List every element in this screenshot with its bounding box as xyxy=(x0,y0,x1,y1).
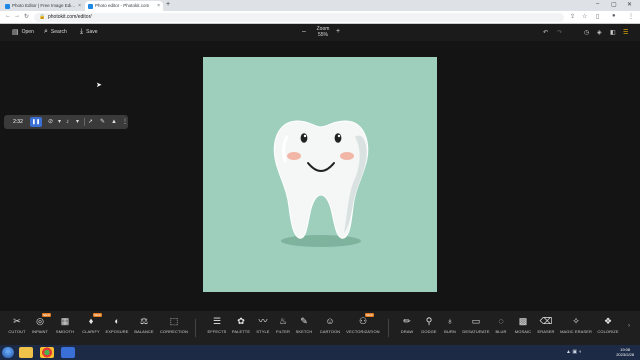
tab-title: Photo Editor | Free Image Edi... xyxy=(12,3,75,8)
tool-label: BALANCE xyxy=(134,329,154,334)
highlighter-icon[interactable]: ▲ xyxy=(111,117,117,127)
tool-colorize[interactable]: ❖ COLORIZE xyxy=(591,315,625,341)
reload-icon[interactable]: ↻ xyxy=(24,13,29,20)
url-field[interactable]: 🔒 photokit.com/editor/ xyxy=(34,13,564,22)
browser-tab-strip: Photo Editor | Free Image Edi... × Photo… xyxy=(0,0,640,11)
cartoon-icon: ☺ xyxy=(325,316,335,326)
tray-icons[interactable]: ▲ ▣ ◖ xyxy=(566,349,581,355)
clock-date: 2023/2/28 xyxy=(616,352,634,357)
zoom-out-button[interactable]: – xyxy=(302,28,306,35)
floating-recorder-toolbar: 2:32 ❚❚ ⊘ ▾ ♪ ▾ ➚ ✎ ▲ ⋮ xyxy=(4,115,128,129)
tool-label: ERASER xyxy=(537,329,555,334)
tool-label: CORRECTION xyxy=(160,329,188,334)
app-top-toolbar: ▤ Open ⌕ Search ⤓ Save – Zoom 55% + ↶ ↷ … xyxy=(0,24,640,41)
search-label: Search xyxy=(50,29,67,35)
recording-timer: 2:32 xyxy=(13,119,23,125)
zoom-value: 55% xyxy=(317,32,328,38)
tool-label: CARTOON xyxy=(319,329,341,334)
adjust-icon[interactable]: ◧ xyxy=(610,29,616,36)
open-label: Open xyxy=(21,29,34,35)
chrome-icon[interactable] xyxy=(40,347,54,358)
undo-icon[interactable]: ↶ xyxy=(543,29,548,36)
image-canvas[interactable] xyxy=(203,57,437,292)
tool-correction[interactable]: ⬚ CORRECTION xyxy=(157,315,191,341)
forward-icon[interactable]: → xyxy=(14,13,20,19)
tool-cartoon[interactable]: ☺ CARTOON xyxy=(313,315,347,341)
tool-vectorization[interactable]: NEW ⚇ VECTORIZATION xyxy=(346,313,380,341)
divider xyxy=(84,118,85,126)
redo-icon[interactable]: ↷ xyxy=(557,29,562,36)
mic-icon[interactable]: ♪ xyxy=(66,117,69,127)
dropdown-icon[interactable]: ▾ xyxy=(58,117,61,127)
tool-label: VECTORIZATION xyxy=(346,329,380,334)
os-taskbar: ▲ ▣ ◖ 19:08 2023/2/28 xyxy=(0,345,640,360)
new-tab-button[interactable]: + xyxy=(166,1,170,8)
save-button[interactable]: ⤓ Save xyxy=(80,28,98,36)
close-tab-icon[interactable]: × xyxy=(157,1,160,11)
back-icon[interactable]: ← xyxy=(5,13,11,19)
tool-magic-eraser[interactable]: ✧ MAGIC ERASER xyxy=(559,315,593,341)
more-icon[interactable]: ⋮ xyxy=(122,117,128,127)
favicon-icon xyxy=(5,4,10,9)
divider xyxy=(195,319,196,337)
zoom-control: – Zoom 55% + xyxy=(300,26,346,40)
menu-kebab-icon[interactable]: ⋮ xyxy=(628,13,634,20)
zoom-in-button[interactable]: + xyxy=(336,28,340,35)
dropdown-icon[interactable]: ▾ xyxy=(76,117,79,127)
tooth-illustration xyxy=(273,120,369,247)
lock-icon: 🔒 xyxy=(39,14,46,20)
tool-eraser[interactable]: ⌫ ERASER xyxy=(529,315,563,341)
divider xyxy=(388,319,389,337)
new-badge: NEW xyxy=(365,313,374,317)
bottom-tools-bar: ✂ CUTOUT NEW ◎ INPAINT ▦ SMOOTH NEW ♦ CL… xyxy=(0,311,640,345)
layers-icon[interactable]: ◈ xyxy=(597,29,602,36)
folder-icon: ▤ xyxy=(12,29,19,36)
save-label: Save xyxy=(86,29,98,35)
eraser-icon: ⌫ xyxy=(539,316,553,326)
download-icon: ⤓ xyxy=(80,28,84,35)
search-icon: ⌕ xyxy=(44,28,48,35)
file-explorer-icon[interactable] xyxy=(19,347,33,358)
balance-icon: ⚖ xyxy=(139,316,149,326)
browser-tab-photokit[interactable]: Photo editor - Photokit.com × xyxy=(85,1,163,11)
history-icon[interactable]: ◷ xyxy=(584,29,589,36)
open-button[interactable]: ▤ Open xyxy=(12,28,34,36)
windows-start-icon[interactable] xyxy=(2,347,14,358)
profile-icon[interactable]: ● xyxy=(612,13,616,19)
search-button[interactable]: ⌕ Search xyxy=(44,28,67,36)
camera-off-icon[interactable]: ⊘ xyxy=(48,117,53,127)
pen-icon[interactable]: ✎ xyxy=(100,117,105,127)
clock: 19:08 2023/2/28 xyxy=(616,347,634,357)
pause-button[interactable]: ❚❚ xyxy=(30,117,42,127)
favicon-icon xyxy=(88,4,93,9)
maximize-icon[interactable]: ▢ xyxy=(611,1,617,8)
tool-balance[interactable]: ⚖ BALANCE xyxy=(127,315,161,341)
tool-label: MAGIC ERASER xyxy=(560,329,592,334)
url-text: photokit.com/editor/ xyxy=(48,14,92,20)
app-icon[interactable] xyxy=(61,347,75,358)
sidebar-icon[interactable]: ▯ xyxy=(596,13,599,20)
correction-icon: ⬚ xyxy=(169,316,179,326)
close-tab-icon[interactable]: × xyxy=(78,1,81,11)
bookmark-icon[interactable]: ☆ xyxy=(582,13,587,20)
tool-label: COLORIZE xyxy=(597,329,619,334)
magic-eraser-icon: ✧ xyxy=(572,316,580,326)
scroll-right-icon[interactable]: › xyxy=(628,323,630,329)
mouse-cursor-icon: ➤ xyxy=(96,82,102,89)
close-window-icon[interactable]: ✕ xyxy=(627,1,632,8)
browser-tab-photo-editor[interactable]: Photo Editor | Free Image Edi... × xyxy=(2,1,84,11)
vectorization-icon: ⚇ xyxy=(358,316,368,326)
minimize-icon[interactable]: – xyxy=(596,1,599,7)
address-bar-row: ← → ↻ 🔒 photokit.com/editor/ ⇪ ☆ ▯ ● ⋮ xyxy=(0,11,640,24)
share-icon[interactable]: ⇪ xyxy=(570,13,575,20)
menu-icon[interactable]: ☰ xyxy=(623,29,628,36)
tab-title: Photo editor - Photokit.com xyxy=(95,3,150,8)
pointer-icon[interactable]: ➚ xyxy=(88,117,93,127)
colorize-icon: ❖ xyxy=(603,316,613,326)
